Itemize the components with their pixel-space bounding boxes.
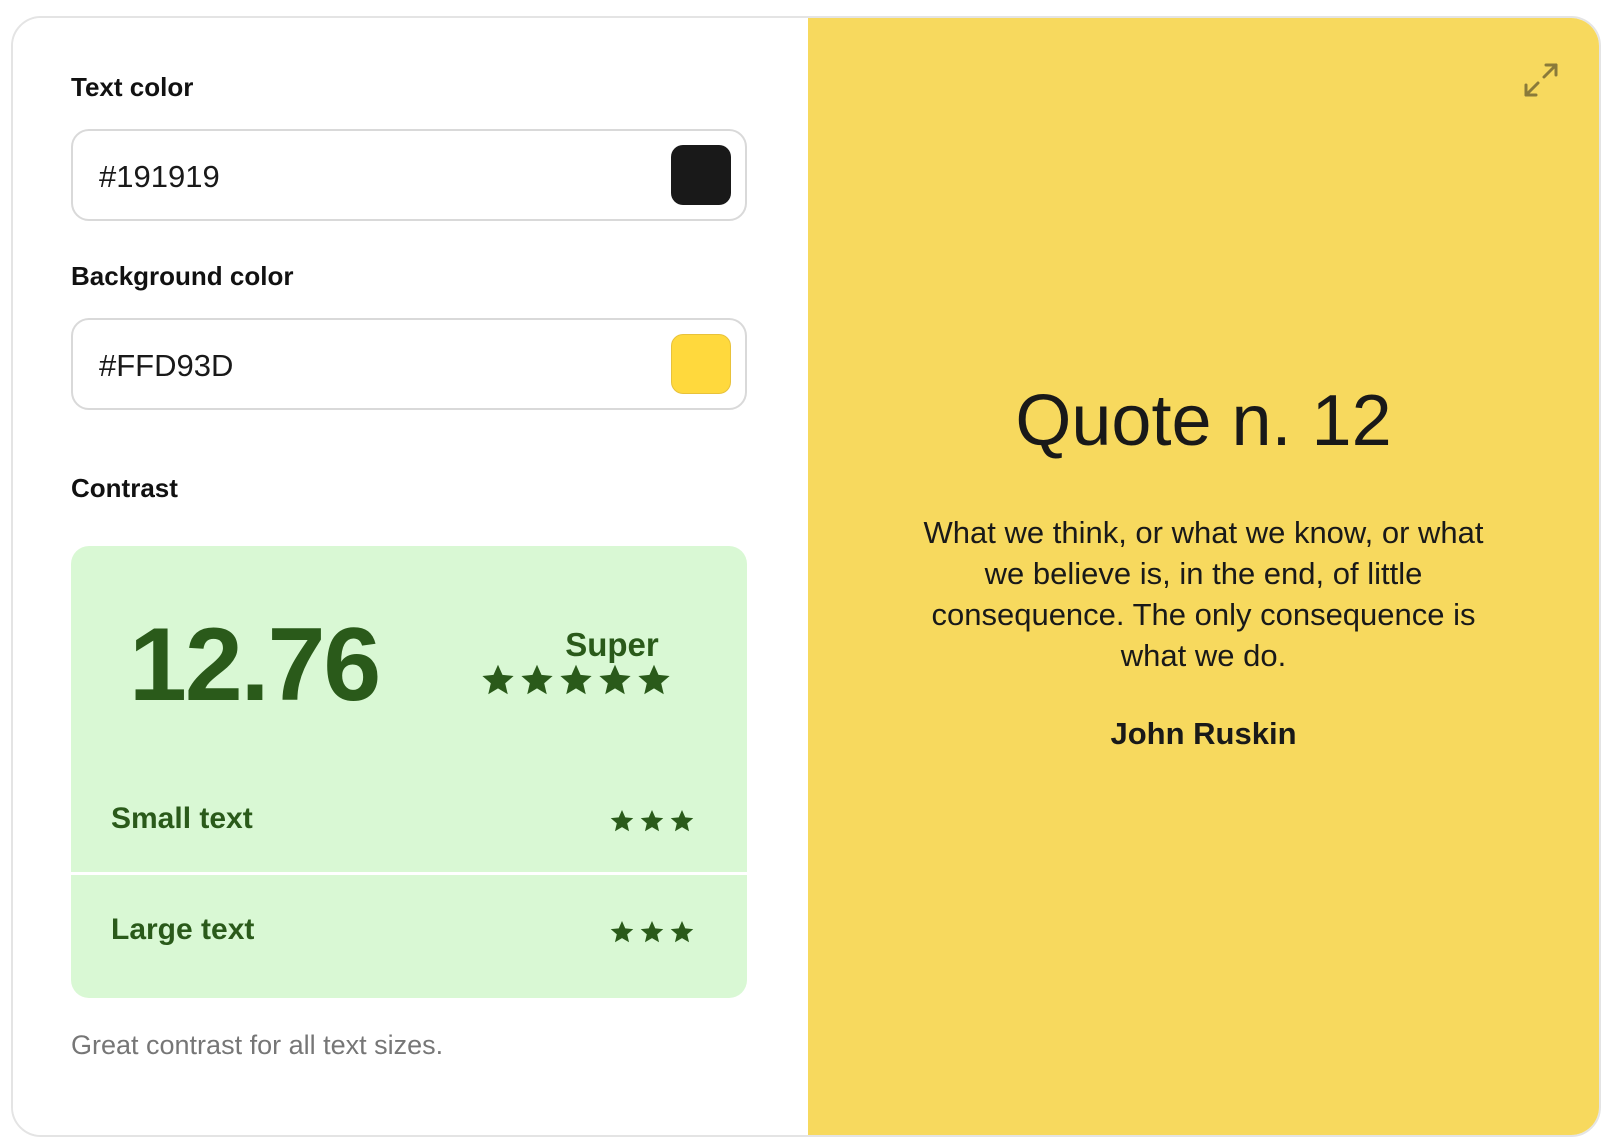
background-color-label: Background color (71, 261, 294, 291)
star-icon (521, 664, 553, 695)
text-color-field[interactable]: #191919 (71, 129, 747, 221)
contrast-ratio: 12.76 (129, 607, 381, 723)
star-icon (640, 920, 664, 943)
contrast-label: Contrast (71, 473, 178, 503)
star-icon (638, 664, 670, 695)
star-icon (482, 664, 514, 695)
star-icon (640, 809, 664, 832)
contrast-checker-card: Text color #191919 Background color #FFD… (11, 16, 1601, 1137)
text-color-input[interactable]: #191919 (99, 159, 220, 195)
large-text-stars (609, 919, 695, 945)
contrast-result: 12.76 Super Small text Large text (71, 546, 747, 998)
small-text-row: Small text (71, 764, 747, 872)
quote-preview: Quote n. 12 What we think, or what we kn… (808, 378, 1599, 752)
quote-text: What we think, or what we know, or what … (923, 515, 1484, 673)
large-text-label: Large text (111, 913, 255, 946)
rating-stars (480, 662, 672, 698)
quote-title: Quote n. 12 (1015, 381, 1392, 461)
preview-panel: Quote n. 12 What we think, or what we kn… (808, 18, 1599, 1135)
text-color-label: Text color (71, 72, 194, 102)
star-icon (610, 920, 634, 943)
large-text-row: Large text (71, 875, 747, 998)
background-color-input[interactable]: #FFD93D (99, 348, 233, 384)
expand-icon[interactable] (1521, 60, 1561, 100)
text-color-swatch[interactable] (671, 145, 731, 205)
background-color-swatch[interactable] (671, 334, 731, 394)
star-icon (599, 664, 631, 695)
small-text-label: Small text (111, 802, 253, 835)
settings-panel: Text color #191919 Background color #FFD… (13, 18, 808, 1135)
star-icon (560, 664, 592, 695)
contrast-summary: 12.76 Super (71, 546, 747, 766)
star-icon (610, 809, 634, 832)
star-icon (670, 809, 694, 832)
contrast-rating: Super (565, 626, 659, 663)
star-icon (670, 920, 694, 943)
background-color-field[interactable]: #FFD93D (71, 318, 747, 410)
small-text-stars (609, 808, 695, 834)
contrast-message: Great contrast for all text sizes. (71, 1030, 444, 1060)
quote-author: John Ruskin (1110, 716, 1297, 751)
